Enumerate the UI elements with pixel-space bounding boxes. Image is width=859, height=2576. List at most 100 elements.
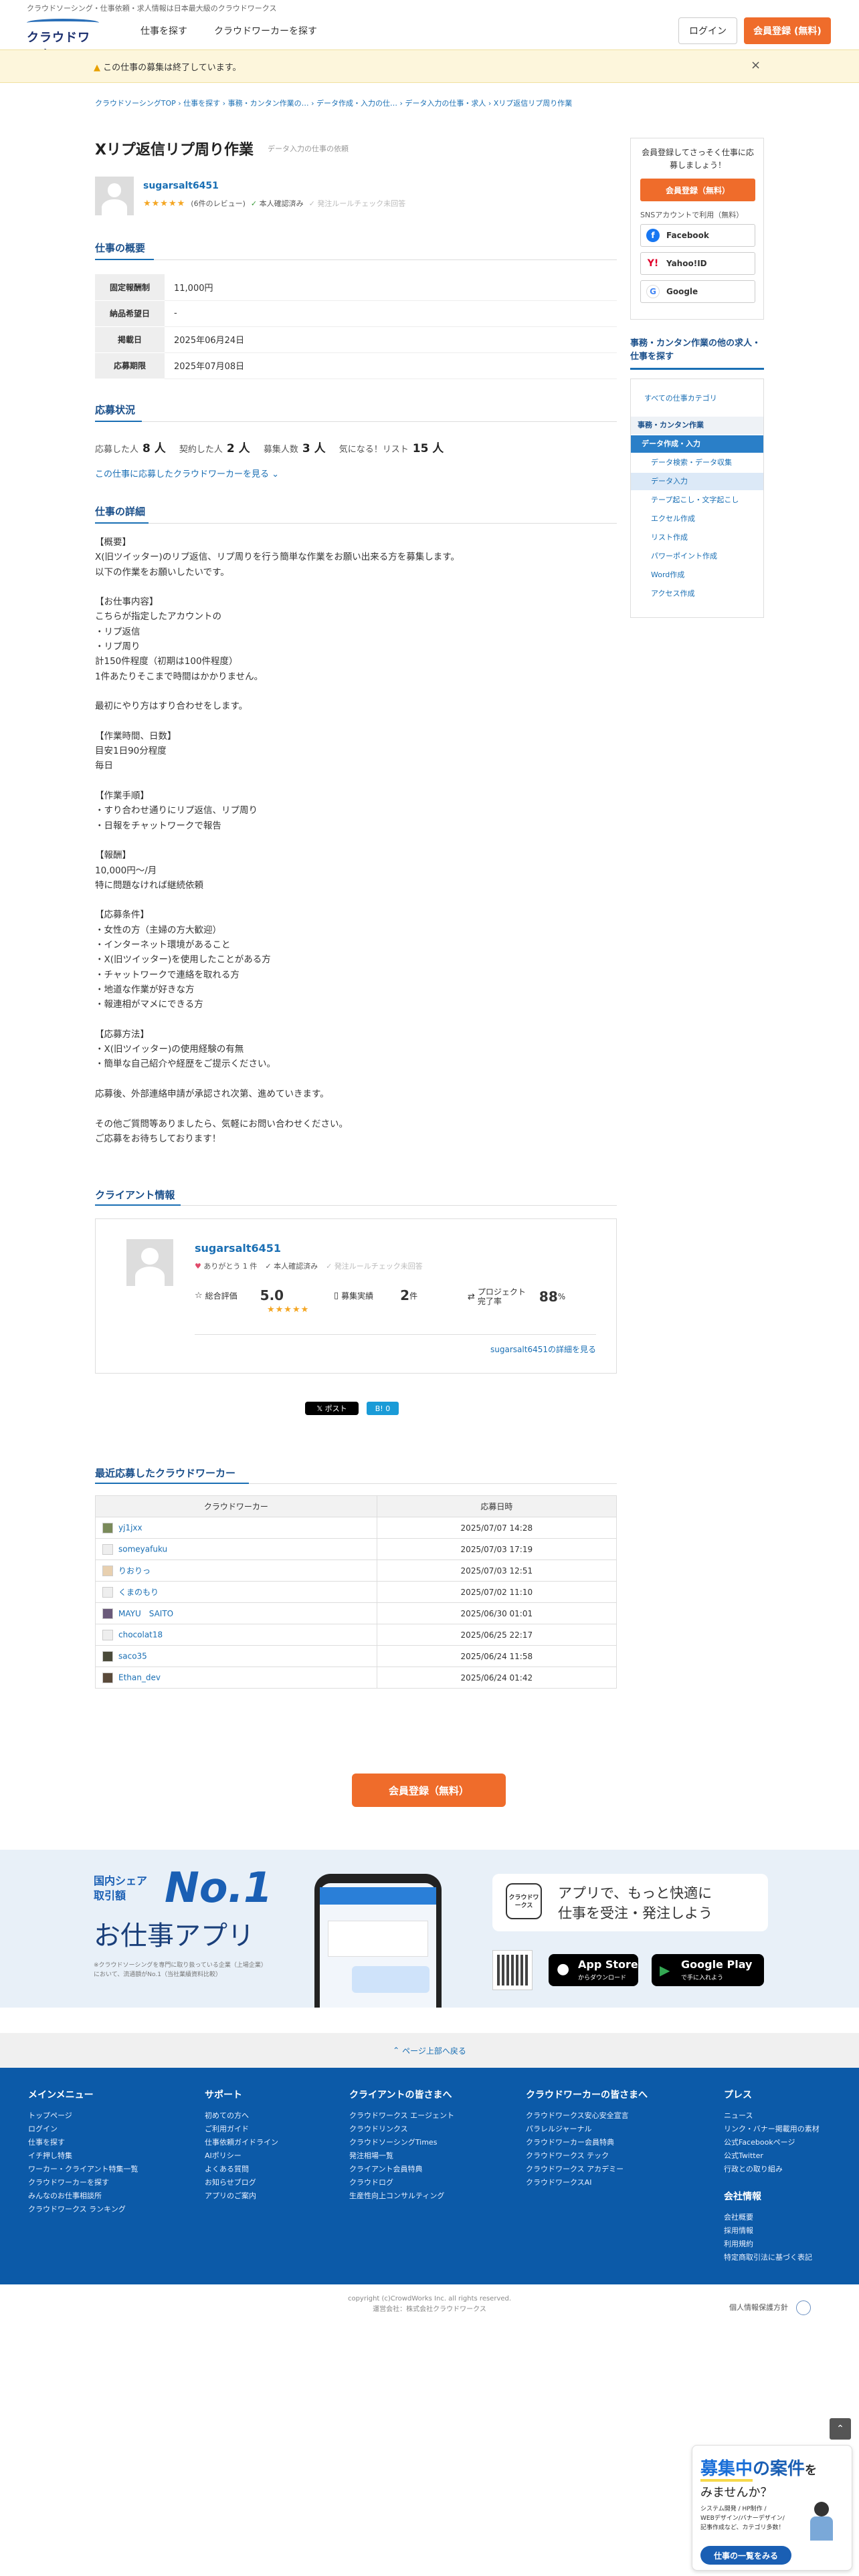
footer-link[interactable]: クラウドワークスAI <box>526 2176 648 2189</box>
footer-link[interactable]: クラウドワーカー会員特典 <box>526 2136 648 2149</box>
worker-name-link[interactable]: someyafuku <box>118 1544 167 1553</box>
footer-link[interactable]: クラウドワークス アカデミー <box>526 2163 648 2176</box>
footer-link[interactable]: クラウドワークス ランキング <box>28 2203 138 2216</box>
scroll-top-button[interactable]: ⌃ <box>830 2418 851 2440</box>
login-button[interactable]: ログイン <box>678 17 737 44</box>
nav-find-jobs[interactable]: 仕事を探す <box>140 24 187 37</box>
site-logo[interactable]: クラウドワークス <box>27 15 100 62</box>
client-avatar[interactable] <box>95 177 134 215</box>
floating-jobs-ad[interactable]: 募集中の案件を みませんか？ システム開発 / HP制作 / WEBデザイン/バ… <box>692 2445 852 2571</box>
footer-link[interactable]: イチ押し特集 <box>28 2149 138 2163</box>
footer-heading: クラウドワーカーの皆さまへ <box>526 2090 648 2101</box>
worker-cell[interactable]: chocolat18 <box>95 1624 377 1646</box>
footer-link[interactable]: クラウドワークス テック <box>526 2149 648 2163</box>
worker-cell[interactable]: saco35 <box>95 1645 377 1667</box>
footer-link[interactable]: ログイン <box>28 2123 138 2136</box>
privacy-policy-link[interactable]: 個人情報保護方針 <box>729 2300 811 2315</box>
footer-link[interactable]: クラウドリンクス <box>349 2123 454 2136</box>
facebook-login-button[interactable]: f Facebook <box>640 224 755 247</box>
sidebar-item-word[interactable]: Word作成 <box>631 566 763 584</box>
worker-cell[interactable]: MAYU SAITO <box>95 1602 377 1624</box>
worker-cell[interactable]: くまのもり <box>95 1581 377 1603</box>
footer-link[interactable]: 会社概要 <box>724 2211 812 2224</box>
footer-col-company: 会社情報 会社概要 採用情報 利用規約 特定商取引法に基づく表記 <box>724 2189 812 2264</box>
worker-name-link[interactable]: くまのもり <box>118 1588 159 1597</box>
ad-view-jobs-button[interactable]: 仕事の一覧をみる <box>700 2546 791 2565</box>
contracted-count: 2 人 <box>226 442 250 455</box>
footer-link[interactable]: ワーカー・クライアント特集一覧 <box>28 2163 138 2176</box>
footer-link[interactable]: パラレルジャーナル <box>526 2123 648 2136</box>
sidebar-item-powerpoint[interactable]: パワーポイント作成 <box>631 548 763 565</box>
footer-link[interactable]: 行政との取り組み <box>724 2163 820 2176</box>
sidebar-item-data-creation[interactable]: データ作成・入力 <box>631 435 763 453</box>
google-login-button[interactable]: G Google <box>640 280 755 303</box>
footer-link[interactable]: お知らせブログ <box>205 2176 278 2189</box>
footer-link[interactable]: よくある質問 <box>205 2163 278 2176</box>
review-count[interactable]: (6件のレビュー) <box>191 198 246 209</box>
footer-link[interactable]: アプリのご案内 <box>205 2189 278 2203</box>
summary-key: 応募期限 <box>95 352 165 379</box>
breadcrumb[interactable]: クラウドソーシングTOP › 仕事を探す › 事務・カンタン作業の… › データ… <box>95 98 572 108</box>
nav-find-workers[interactable]: クラウドワーカーを探す <box>214 24 317 37</box>
footer-link[interactable]: クライアント会員特典 <box>349 2163 454 2176</box>
footer-link[interactable]: ご利用ガイド <box>205 2123 278 2136</box>
footer-link[interactable]: トップページ <box>28 2109 138 2123</box>
footer-link[interactable]: 特定商取引法に基づく表記 <box>724 2251 812 2264</box>
footer-link[interactable]: 公式Facebookページ <box>724 2136 820 2149</box>
app-store-button[interactable]: ● App Store からダウンロード <box>549 1954 638 1986</box>
close-icon[interactable]: × <box>751 58 761 72</box>
footer-link[interactable]: クラウドワークス安心安全宣言 <box>526 2109 648 2123</box>
footer-link[interactable]: リンク・バナー掲載用の素材 <box>724 2123 820 2136</box>
worker-name-link[interactable]: chocolat18 <box>118 1630 163 1639</box>
worker-name-link[interactable]: Ethan_dev <box>118 1673 161 1682</box>
worker-name-link[interactable]: りおりっ <box>118 1566 151 1576</box>
recruit-count: 3 人 <box>302 442 326 455</box>
register-button[interactable]: 会員登録 (無料) <box>744 17 831 44</box>
worker-cell[interactable]: yj1jxx <box>95 1517 377 1539</box>
footer-link[interactable]: 初めての方へ <box>205 2109 278 2123</box>
footer-link[interactable]: クラウドワークス エージェント <box>349 2109 454 2123</box>
worker-name-link[interactable]: MAYU SAITO <box>118 1609 173 1618</box>
worker-name-link[interactable]: yj1jxx <box>118 1523 142 1532</box>
sidebar-item-all-categories[interactable]: すべての仕事カテゴリ <box>631 390 763 407</box>
bottom-register-button[interactable]: 会員登録（無料） <box>352 1774 506 1807</box>
hatena-bookmark-button[interactable]: B! 0 <box>367 1402 399 1415</box>
footer-link[interactable]: 仕事依頼ガイドライン <box>205 2136 278 2149</box>
worker-name-link[interactable]: saco35 <box>118 1651 147 1660</box>
footer-link[interactable]: クラウドログ <box>349 2176 454 2189</box>
footer-link[interactable]: みんなのお仕事相談所 <box>28 2189 138 2203</box>
client-card-avatar[interactable] <box>126 1239 173 1286</box>
sidebar-item-office-work[interactable]: 事務・カンタン作業 <box>631 417 763 434</box>
footer-link[interactable]: ニュース <box>724 2109 820 2123</box>
sidebar-item-list[interactable]: リスト作成 <box>631 529 763 546</box>
client-verified-badge: ✓ 本人確認済み <box>265 1261 318 1271</box>
client-name-link[interactable]: sugarsalt6451 <box>143 181 219 191</box>
sidebar-item-data-entry[interactable]: データ入力 <box>631 473 763 490</box>
sidebar-item-transcription[interactable]: テープ起こし・文字起こし <box>631 492 763 509</box>
footer-link[interactable]: 公式Twitter <box>724 2149 820 2163</box>
footer-link[interactable]: 利用規約 <box>724 2238 812 2251</box>
sidebar-item-access[interactable]: アクセス作成 <box>631 585 763 603</box>
footer-heading: メインメニュー <box>28 2090 94 2101</box>
sidebar-item-data-search[interactable]: データ検索・データ収集 <box>631 454 763 471</box>
footer-link[interactable]: 採用情報 <box>724 2224 812 2238</box>
google-play-button[interactable]: ▶ Google Play で手に入れよう <box>652 1954 764 1986</box>
footer-link[interactable]: AIポリシー <box>205 2149 278 2163</box>
footer-link[interactable]: 仕事を探す <box>28 2136 138 2149</box>
page-top-link[interactable]: ⌃ ページ上部へ戻る <box>0 2033 859 2068</box>
footer-link[interactable]: クラウドソーシングTimes <box>349 2136 454 2149</box>
footer-link[interactable]: 発注相場一覧 <box>349 2149 454 2163</box>
sidebar-item-excel[interactable]: エクセル作成 <box>631 510 763 528</box>
sidebar-register-button[interactable]: 会員登録（無料） <box>640 179 755 201</box>
footer-link[interactable]: クラウドワーカーを探す <box>28 2176 138 2189</box>
summary-key: 掲載日 <box>95 326 165 353</box>
worker-cell[interactable]: someyafuku <box>95 1538 377 1560</box>
client-detail-link[interactable]: sugarsalt6451の詳細を見る <box>490 1344 596 1355</box>
view-applicants-link[interactable]: この仕事に応募したクラウドワーカーを見る ⌄ <box>95 467 279 479</box>
worker-cell[interactable]: Ethan_dev <box>95 1667 377 1689</box>
worker-cell[interactable]: りおりっ <box>95 1560 377 1582</box>
x-post-button[interactable]: 𝕏 ポスト <box>305 1402 359 1415</box>
client-card-name[interactable]: sugarsalt6451 <box>195 1242 281 1255</box>
yahoo-login-button[interactable]: Y! Yahoo!ID <box>640 252 755 275</box>
footer-link[interactable]: 生産性向上コンサルティング <box>349 2189 454 2203</box>
